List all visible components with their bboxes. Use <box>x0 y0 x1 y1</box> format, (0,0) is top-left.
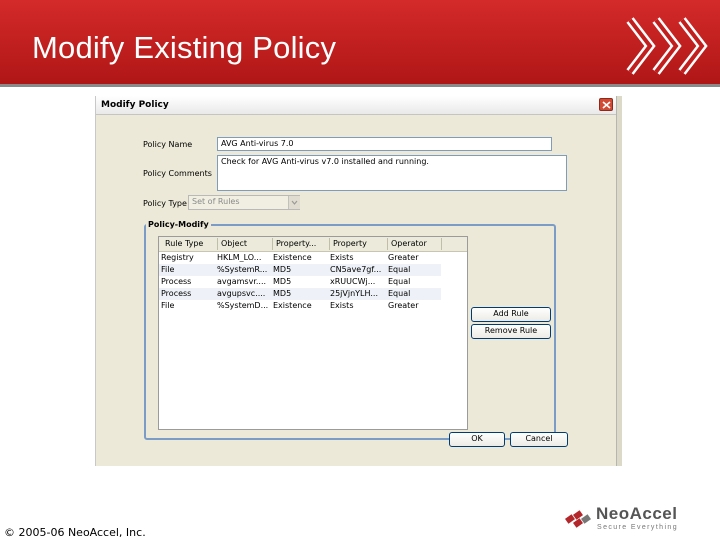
table-header: Rule Type Object Property... Property Op… <box>159 237 467 252</box>
table-row[interactable]: File %SystemD... Existence Exists Greate… <box>159 300 441 312</box>
chevron-down-icon[interactable] <box>288 196 300 209</box>
policy-name-input[interactable]: AVG Anti-virus 7.0 <box>217 137 552 151</box>
policy-modify-legend: Policy-Modify <box>146 220 211 229</box>
neoaccel-logo: NeoAccel Secure Everything <box>562 502 718 540</box>
column-header[interactable]: Property <box>333 239 385 248</box>
column-header[interactable]: Object <box>221 239 271 248</box>
rules-table: Rule Type Object Property... Property Op… <box>158 236 468 430</box>
policy-comments-input[interactable]: Check for AVG Anti-virus v7.0 installed … <box>217 155 567 191</box>
column-header[interactable]: Operator <box>391 239 439 248</box>
slide-title: Modify Existing Policy <box>32 30 337 65</box>
close-icon[interactable] <box>599 98 613 111</box>
ok-button[interactable]: OK <box>449 432 505 447</box>
logo-wordmark: NeoAccel <box>596 504 678 523</box>
dialog-edge <box>616 96 622 466</box>
table-row[interactable]: Registry HKLM_LO... Existence Exists Gre… <box>159 252 441 264</box>
chevrons-icon <box>626 17 708 75</box>
banner-divider <box>0 84 720 87</box>
policy-type-select[interactable]: Set of Rules <box>188 195 300 210</box>
add-rule-button[interactable]: Add Rule <box>471 307 551 322</box>
column-header[interactable]: Rule Type <box>165 239 215 248</box>
modify-policy-dialog: Modify Policy Policy Name AVG Anti-virus… <box>95 96 622 466</box>
logo-tagline: Secure Everything <box>597 524 678 531</box>
dialog-titlebar: Modify Policy <box>96 96 616 115</box>
policy-type-label: Policy Type <box>143 199 187 208</box>
policy-comments-label: Policy Comments <box>143 169 212 178</box>
cancel-button[interactable]: Cancel <box>510 432 568 447</box>
remove-rule-button[interactable]: Remove Rule <box>471 324 551 339</box>
logo-mark-icon <box>565 510 591 528</box>
policy-name-label: Policy Name <box>143 140 193 149</box>
column-header[interactable]: Property... <box>276 239 326 248</box>
copyright-text: © 2005-06 NeoAccel, Inc. <box>4 526 146 539</box>
table-row[interactable]: Process avgamsvr.... MD5 xRUUCWj... Equa… <box>159 276 441 288</box>
table-row[interactable]: Process avgupsvc.... MD5 25jVjnYLH... Eq… <box>159 288 441 300</box>
dialog-title: Modify Policy <box>101 100 169 110</box>
table-row[interactable]: File %SystemR... MD5 CN5ave7gf... Equal <box>159 264 441 276</box>
